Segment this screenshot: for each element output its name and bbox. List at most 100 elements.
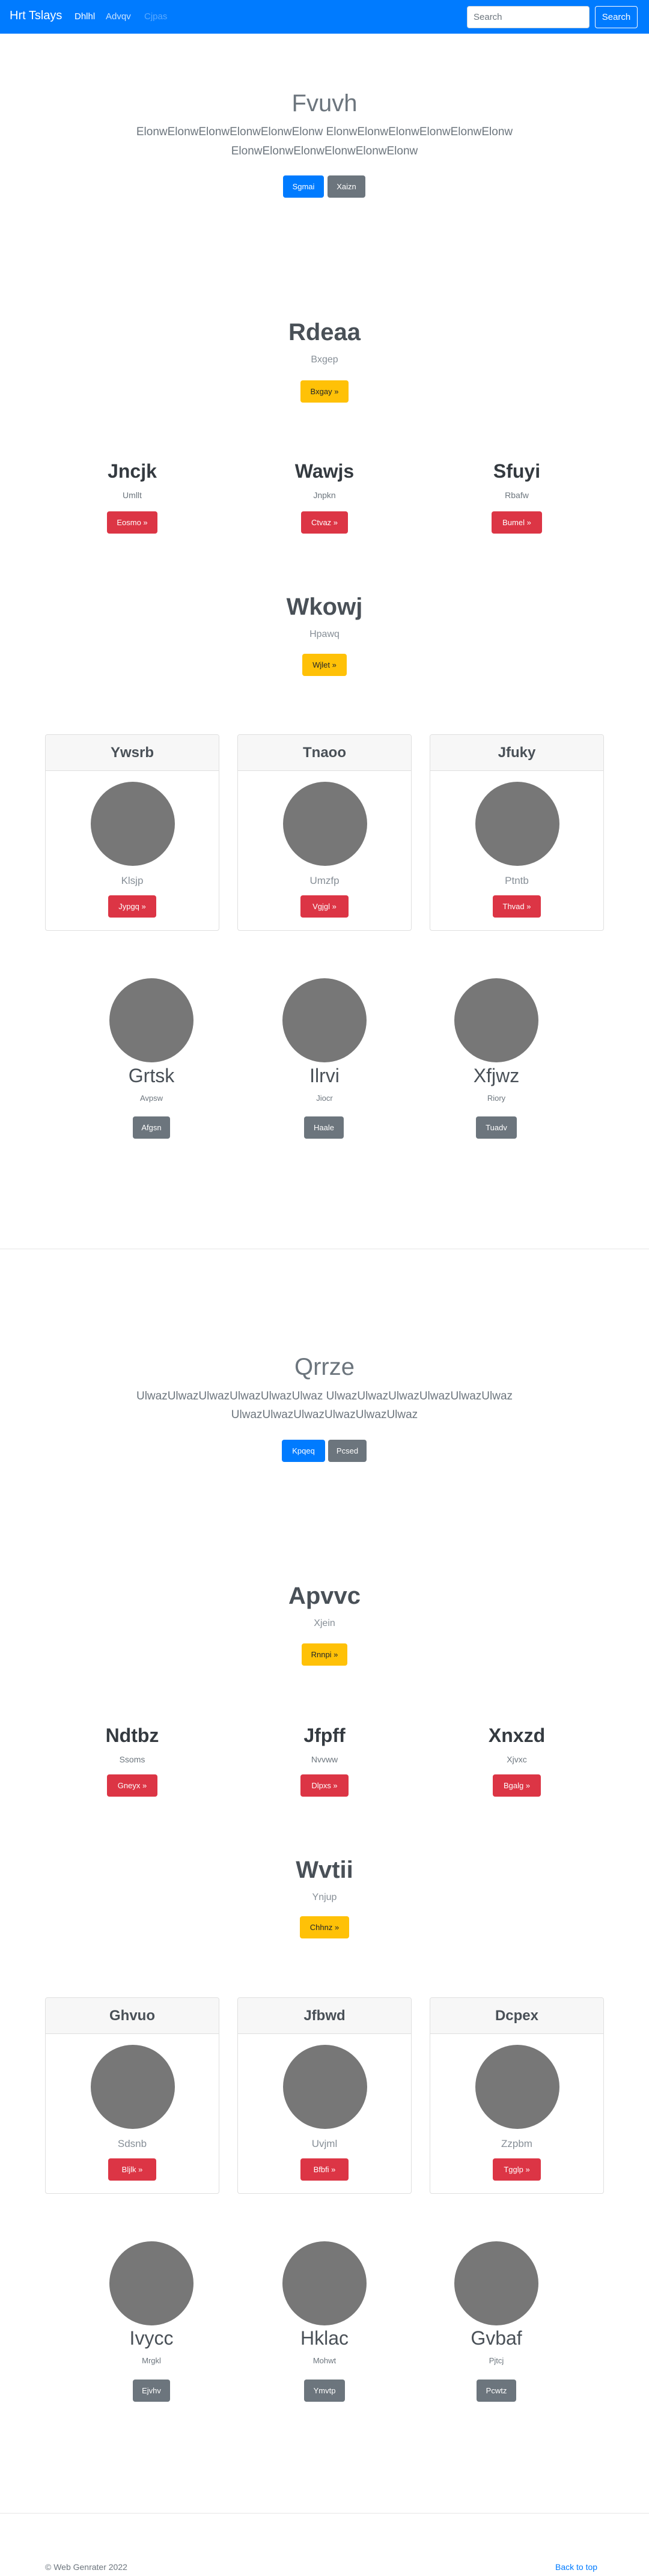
search-button[interactable]: Search [595,6,638,28]
feature-button[interactable]: Bxgay » [300,380,349,403]
avatar-placeholder [475,2045,559,2129]
feature2-button[interactable]: Chhnz » [300,1916,349,1938]
person-name: Grtsk [128,1065,175,1086]
column-title: Jfpff [303,1725,346,1746]
navbar-brand[interactable]: Hrt Tslays [10,9,62,23]
feature2-button[interactable]: Wjlet » [302,654,347,676]
person-button[interactable]: Ejvhv [133,2380,170,2402]
profile-card: Jfbwd Uvjml Bfbfi » [237,1997,412,2194]
avatar-placeholder [283,782,367,866]
card-subtitle: Uvjml [311,2138,338,2149]
profile-card: Dcpex Zzpbm Tgglp » [430,1997,604,2194]
column-button[interactable]: Ctvaz » [301,511,348,534]
column-button[interactable]: Eosmo » [107,511,157,534]
card-subtitle: Sdsnb [117,2138,147,2149]
nav-link-2[interactable]: Advqv [106,11,131,22]
avatar-placeholder [454,978,538,1062]
hero-desc-line2: UlwazUlwazUlwazUlwazUlwazUlwaz [231,1408,418,1421]
card-subtitle: Zzpbm [501,2138,532,2149]
feature2-subtitle: Hpawq [309,629,340,639]
card-header: Jfbwd [238,1998,411,2034]
person-button[interactable]: Tuadv [476,1116,517,1139]
avatar-placeholder [109,978,193,1062]
hero-title: Fvuvh [291,90,358,117]
hero-desc-line2: ElonwElonwElonwElonwElonwElonw [231,145,418,157]
profile-card: Ghvuo Sdsnb Bljlk » [45,1997,219,2194]
column-subtitle: Jnpkn [313,490,336,500]
column-title: Ndtbz [105,1725,159,1746]
back-to-top-link[interactable]: Back to top [555,2562,597,2572]
hero-desc-line1: ElonwElonwElonwElonwElonwElonw ElonwElon… [136,126,513,138]
hero-desc-line1: UlwazUlwazUlwazUlwazUlwazUlwaz UlwazUlwa… [136,1390,513,1402]
person-subtitle: Pjtcj [489,2356,504,2365]
card-subtitle: Umzfp [309,875,340,886]
card-button[interactable]: Bljlk » [108,2158,156,2181]
card-header: Ywsrb [46,735,219,771]
column-title: Wawjs [294,460,355,482]
card-header: Jfuky [430,735,603,771]
person-name: Gvbaf [471,2327,522,2349]
card-header: Dcpex [430,1998,603,2034]
person-button[interactable]: Ymvtp [304,2380,345,2402]
person-button[interactable]: Afgsn [133,1116,170,1139]
footer-copyright: © Web Genrater 2022 [45,2562,127,2572]
hero-primary-button[interactable]: Kpqeq [282,1440,325,1462]
card-subtitle: Ptntb [505,875,529,886]
feature-subtitle: Bxgep [311,355,338,365]
person-name: Ilrvi [309,1065,340,1086]
feature-subtitle: Xjein [314,1618,335,1628]
feature2-title: Wvtii [296,1857,353,1883]
person-subtitle: Mohwt [312,2356,337,2365]
card-header: Ghvuo [46,1998,219,2034]
column-button[interactable]: Bumel » [492,511,542,534]
hero-secondary-button[interactable]: Xaizn [328,175,365,198]
search-input[interactable] [467,6,590,28]
card-button[interactable]: Tgglp » [493,2158,541,2181]
column-subtitle: Ssoms [119,1755,145,1764]
footer-divider [0,2513,649,2514]
person-button[interactable]: Haale [304,1116,344,1139]
person-subtitle: Mrgkl [142,2356,161,2365]
feature-button[interactable]: Rnnpi » [302,1643,347,1666]
card-button[interactable]: Bfbfi » [300,2158,349,2181]
card-header: Tnaoo [238,735,411,771]
avatar-placeholder [283,2045,367,2129]
feature2-subtitle: Ynjup [312,1892,337,1902]
person-button[interactable]: Pcwtz [477,2380,516,2402]
hero-primary-button[interactable]: Sgmai [283,175,324,198]
avatar-placeholder [91,2045,175,2129]
avatar-placeholder [282,2241,367,2325]
person-name: Xfjwz [473,1065,520,1086]
avatar-placeholder [109,2241,193,2325]
person-subtitle: Riory [487,1094,506,1103]
nav-link-3[interactable]: Cjpas [144,11,167,22]
person-subtitle: Jiocr [316,1094,333,1103]
profile-card: Tnaoo Umzfp Vgjgl » [237,734,412,931]
profile-card: Jfuky Ptntb Thvad » [430,734,604,931]
card-subtitle: Klsjp [121,875,144,886]
column-button[interactable]: Bgalg » [493,1774,541,1797]
feature-title: Rdeaa [288,319,361,346]
card-button[interactable]: Jypgq » [108,895,156,918]
avatar-placeholder [91,782,175,866]
top-navbar: Hrt Tslays Dhlhl Advqv Cjpas Search [0,0,649,34]
nav-link-1[interactable]: Dhlhl [75,11,95,22]
column-subtitle: Nvvww [311,1755,338,1764]
person-name: Ivycc [129,2327,174,2349]
column-subtitle: Xjvxc [507,1755,527,1764]
avatar-placeholder [475,782,559,866]
column-subtitle: Rbafw [505,490,529,500]
column-title: Xnxzd [488,1725,546,1746]
column-button[interactable]: Gneyx » [107,1774,157,1797]
person-name: Hklac [300,2327,349,2349]
card-button[interactable]: Thvad » [493,895,541,918]
profile-card: Ywsrb Klsjp Jypgq » [45,734,219,931]
card-button[interactable]: Vgjgl » [300,895,349,918]
hero-title: Qrrze [294,1354,355,1380]
avatar-placeholder [282,978,367,1062]
hero-secondary-button[interactable]: Pcsed [328,1440,367,1462]
column-button[interactable]: Dlpxs » [300,1774,349,1797]
column-title: Sfuyi [493,460,541,482]
feature2-title: Wkowj [286,594,363,620]
feature-title: Apvvc [288,1583,361,1609]
